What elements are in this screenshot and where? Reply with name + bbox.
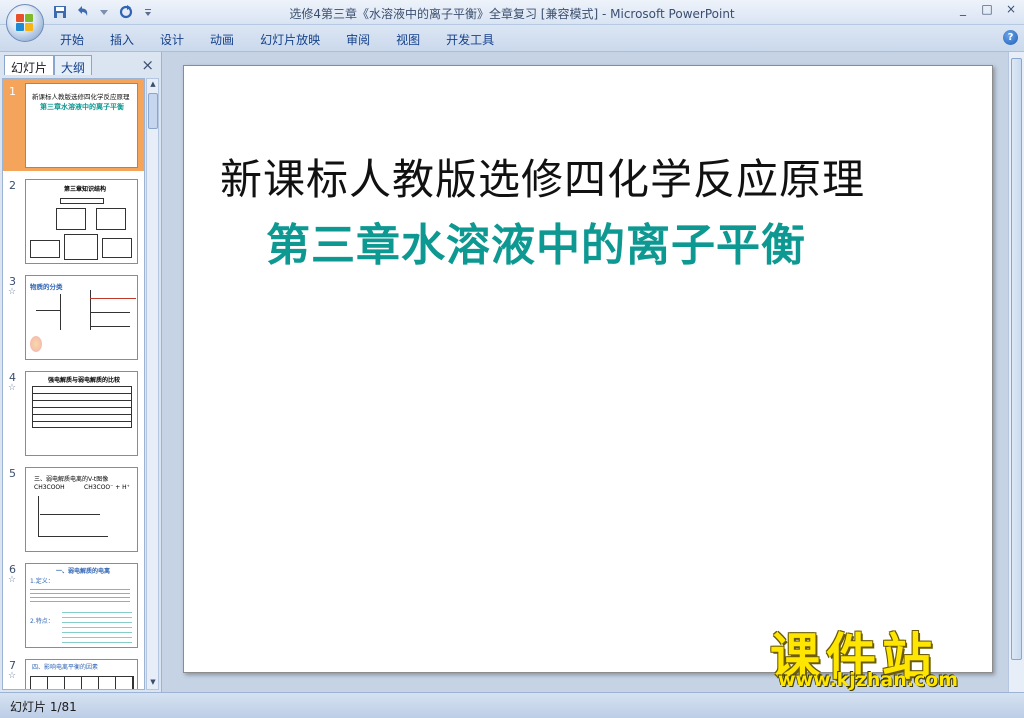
- close-button[interactable]: ×: [1004, 2, 1018, 16]
- help-icon[interactable]: ?: [1003, 30, 1018, 45]
- thumb-text: 1.定义：: [30, 578, 54, 585]
- panel-tabs: 幻灯片 大纲 ×: [2, 55, 160, 75]
- diagram-box: [64, 234, 98, 260]
- diagram-box: [96, 208, 126, 230]
- slide-preview: 强电解质与弱电解质的比较: [25, 371, 138, 456]
- ribbon-tabs-bar: 开始 插入 设计 动画 幻灯片放映 审阅 视图 开发工具 ?: [0, 25, 1024, 52]
- slide-number: 2: [9, 179, 16, 192]
- slide-thumbnail-6[interactable]: 6 ☆ 一、弱电解质的电离 1.定义： 2.特点：: [3, 563, 144, 651]
- comparison-table: [32, 386, 132, 428]
- text-lines: [62, 608, 132, 644]
- slide-thumbnail-2[interactable]: 2 第三章知识结构: [3, 179, 144, 267]
- text-lines: [30, 586, 130, 604]
- tab-animations[interactable]: 动画: [210, 31, 234, 48]
- tab-outline[interactable]: 大纲: [54, 55, 93, 75]
- diagram-box: [60, 198, 104, 204]
- tree-line: [90, 326, 130, 327]
- slide-number: 1: [9, 85, 16, 98]
- diagram-box: [102, 238, 132, 258]
- thumb-title: 三、弱电解质电离的V-t图像: [34, 476, 109, 483]
- panel-close-icon[interactable]: ×: [141, 56, 154, 74]
- watermark: 课件站 www.kjzhan.com: [770, 617, 1010, 695]
- restore-button[interactable]: □: [980, 2, 994, 16]
- tab-review[interactable]: 审阅: [346, 31, 370, 48]
- current-slide[interactable]: 新课标人教版选修四化学反应原理 第三章水溶液中的离子平衡: [183, 65, 993, 673]
- tree-line: [90, 312, 130, 313]
- thumbnail-scrollbar[interactable]: ▲ ▼: [146, 78, 159, 690]
- thumb-text: CH3COOH: [34, 484, 65, 491]
- office-button[interactable]: [6, 4, 44, 42]
- graph-axis: [38, 496, 39, 536]
- slide-counter: 幻灯片 1/81: [10, 700, 77, 714]
- slide-preview: 新课标人教版选修四化学反应原理 第三章水溶液中的离子平衡: [25, 83, 138, 168]
- animation-star-icon: ☆: [8, 575, 17, 585]
- title-bar: 选修4第三章《水溶液中的离子平衡》全章复习 [兼容模式] - Microsoft…: [0, 0, 1024, 42]
- tree-line: [36, 310, 60, 311]
- office-logo-icon: [16, 14, 34, 32]
- tab-home[interactable]: 开始: [60, 31, 84, 48]
- thumb-title: 第三章知识结构: [64, 186, 107, 193]
- graph-axis: [38, 536, 108, 537]
- slide-preview: 四、影响电离平衡的因素: [25, 659, 138, 689]
- tab-view[interactable]: 视图: [396, 31, 420, 48]
- slide-thumbnail-4[interactable]: 4 ☆ 强电解质与弱电解质的比较: [3, 371, 144, 459]
- scroll-thumb[interactable]: [148, 93, 158, 129]
- thumb-title: 新课标人教版选修四化学反应原理: [32, 93, 130, 101]
- slide-thumbnail-5[interactable]: 5 三、弱电解质电离的V-t图像 CH3COOH CH3COO⁻ + H⁺: [3, 467, 144, 555]
- thumb-title: 强电解质与弱电解质的比较: [48, 377, 121, 384]
- factor-table: [30, 676, 134, 689]
- tab-slideshow[interactable]: 幻灯片放映: [260, 31, 320, 48]
- tab-slides[interactable]: 幻灯片: [4, 55, 55, 75]
- tree-line: [90, 290, 91, 330]
- slide-thumbnail-7[interactable]: 7 ☆ 四、影响电离平衡的因素: [3, 659, 144, 689]
- slide-preview: 第三章知识结构: [25, 179, 138, 264]
- slide-subtitle[interactable]: 第三章水溶液中的离子平衡: [266, 209, 806, 273]
- graph-line: [40, 514, 100, 515]
- slide-preview: 物质的分类: [25, 275, 138, 360]
- flower-decoration: [30, 336, 42, 352]
- slide-thumbnail-1[interactable]: 1 新课标人教版选修四化学反应原理 第三章水溶液中的离子平衡: [3, 79, 144, 171]
- thumb-text: CH3COO⁻ + H⁺: [84, 484, 130, 491]
- diagram-box: [30, 240, 60, 258]
- minimize-button[interactable]: _: [956, 2, 970, 16]
- slide-thumbnails: 1 新课标人教版选修四化学反应原理 第三章水溶液中的离子平衡 2 第三章知识结构…: [2, 78, 145, 690]
- thumb-subtitle: 第三章水溶液中的离子平衡: [40, 103, 124, 111]
- animation-star-icon: ☆: [8, 287, 17, 297]
- tab-developer[interactable]: 开发工具: [446, 31, 494, 48]
- diagram-box: [56, 208, 86, 230]
- animation-star-icon: ☆: [8, 383, 17, 393]
- slide-preview: 一、弱电解质的电离 1.定义： 2.特点：: [25, 563, 138, 648]
- tab-insert[interactable]: 插入: [110, 31, 134, 48]
- ribbon-tabs: 开始 插入 设计 动画 幻灯片放映 审阅 视图 开发工具: [60, 31, 520, 48]
- slide-preview: 三、弱电解质电离的V-t图像 CH3COOH CH3COO⁻ + H⁺: [25, 467, 138, 552]
- scroll-thumb[interactable]: [1011, 58, 1022, 660]
- thumb-text: 2.特点：: [30, 618, 54, 625]
- watermark-url: www.kjzhan.com: [778, 669, 959, 691]
- slide-number: 5: [9, 467, 16, 480]
- thumb-title: 一、弱电解质的电离: [56, 568, 111, 575]
- tree-line: [60, 294, 61, 330]
- thumb-title: 物质的分类: [30, 283, 63, 291]
- tree-line: [90, 298, 136, 299]
- thumb-title: 四、影响电离平衡的因素: [32, 664, 99, 671]
- slides-panel: 幻灯片 大纲 × 1 新课标人教版选修四化学反应原理 第三章水溶液中的离子平衡 …: [0, 52, 162, 692]
- animation-star-icon: ☆: [8, 671, 17, 681]
- slide-scrollbar[interactable]: [1008, 52, 1024, 692]
- scroll-up-icon[interactable]: ▲: [148, 80, 158, 90]
- slide-thumbnail-3[interactable]: 3 ☆ 物质的分类: [3, 275, 144, 363]
- slide-title[interactable]: 新课标人教版选修四化学反应原理: [220, 146, 865, 207]
- tab-design[interactable]: 设计: [160, 31, 184, 48]
- slide-editing-area: 新课标人教版选修四化学反应原理 第三章水溶液中的离子平衡: [163, 52, 1008, 692]
- scroll-down-icon[interactable]: ▼: [148, 678, 158, 688]
- status-bar: 幻灯片 1/81: [0, 692, 1024, 718]
- window-title: 选修4第三章《水溶液中的离子平衡》全章复习 [兼容模式] - Microsoft…: [289, 7, 735, 21]
- window-controls: _ □ ×: [956, 2, 1018, 16]
